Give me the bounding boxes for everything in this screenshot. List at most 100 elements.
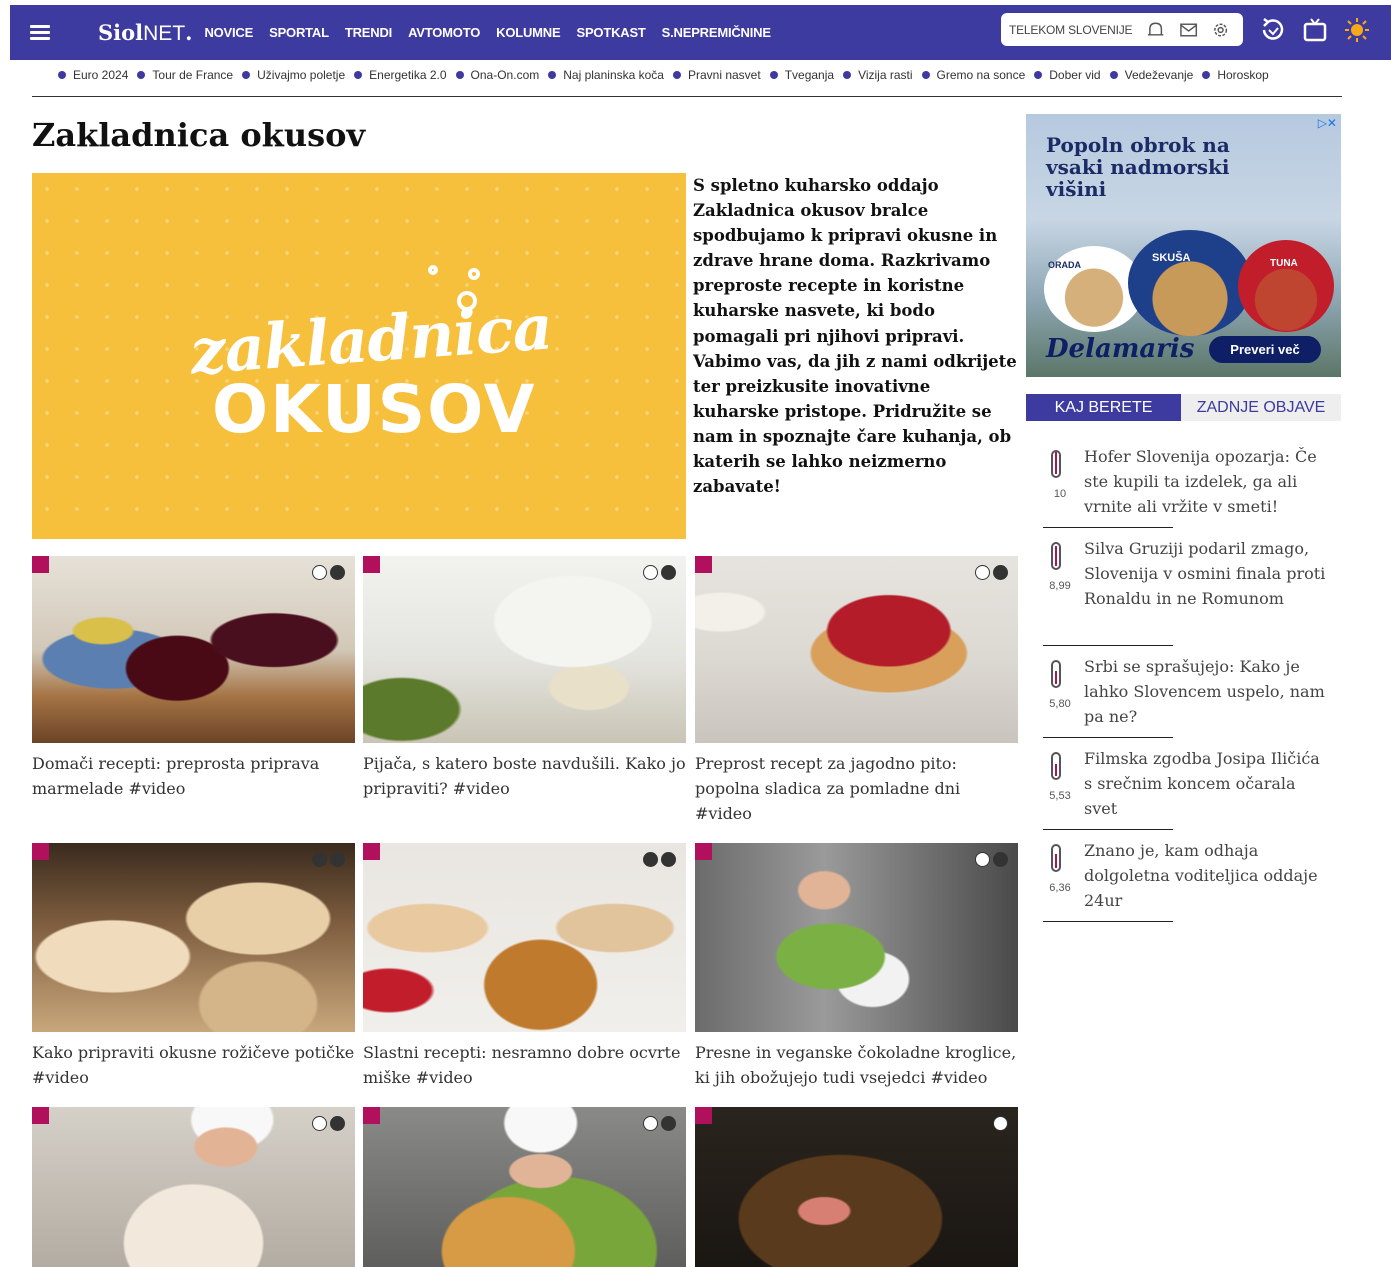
advertisement[interactable]: ▷✕ Popoln obrok na vsaki nadmorski višin… xyxy=(1026,114,1341,377)
list-item[interactable]: 6,36 Znano je, kam odhaja dolgoletna vod… xyxy=(1043,838,1333,913)
category-marker xyxy=(32,1107,49,1124)
video-icon xyxy=(975,852,990,867)
telekom-link[interactable]: TELEKOM SLOVENIJE xyxy=(1009,23,1133,37)
article-image[interactable] xyxy=(363,556,686,743)
article-image[interactable] xyxy=(32,843,355,1032)
trending-item[interactable]: Naj planinska koča xyxy=(548,68,664,82)
tab-kaj-berete[interactable]: KAJ BERETE xyxy=(1026,394,1181,421)
category-marker xyxy=(32,843,49,860)
list-item-title[interactable]: Hofer Slovenija opozarja: Če ste kupili … xyxy=(1084,444,1333,519)
menu-icon[interactable] xyxy=(30,22,50,43)
article-card[interactable]: Kako pripraviti okusne rožičeve potičke … xyxy=(32,843,355,1090)
article-title[interactable]: Presne in veganske čokoladne kroglice, k… xyxy=(695,1040,1018,1090)
article-card[interactable]: Presne in veganske čokoladne kroglice, k… xyxy=(695,843,1018,1090)
euro-icon xyxy=(661,852,676,867)
nav-item-avtomoto[interactable]: AVTOMOTO xyxy=(408,25,480,40)
article-title[interactable]: Pijača, s katero boste navdušili. Kako j… xyxy=(363,751,686,801)
euro-icon xyxy=(661,1116,676,1131)
article-title[interactable]: Preprost recept za jagodno pito: popolna… xyxy=(695,751,1018,826)
article-card[interactable]: Pijača, s katero boste navdušili. Kako j… xyxy=(363,556,686,801)
nav-item-sportal[interactable]: SPORTAL xyxy=(269,25,329,40)
article-title[interactable]: Slastni recepti: nesramno dobre ocvrte m… xyxy=(363,1040,686,1090)
trending-item[interactable]: Dober vid xyxy=(1034,68,1101,82)
top-navigation-bar: SiolNET. NOVICE SPORTAL TRENDI AVTOMOTO … xyxy=(10,5,1391,60)
trending-item[interactable]: Pravni nasvet xyxy=(672,68,761,82)
list-item-title[interactable]: Znano je, kam odhaja dolgoletna voditelj… xyxy=(1084,838,1333,913)
article-image[interactable] xyxy=(695,1107,1018,1267)
category-marker xyxy=(363,843,380,860)
bullet-icon xyxy=(455,71,464,79)
article-image[interactable] xyxy=(32,556,355,743)
settings-icon[interactable] xyxy=(1211,20,1230,40)
article-image[interactable] xyxy=(695,843,1018,1032)
ad-product-label: SKUŠA xyxy=(1152,252,1191,264)
divider xyxy=(1043,527,1173,528)
article-image[interactable] xyxy=(363,1107,686,1267)
article-card[interactable] xyxy=(32,1107,355,1267)
refresh-icon[interactable] xyxy=(1259,16,1287,44)
site-logo[interactable]: SiolNET. xyxy=(98,20,192,46)
main-nav: NOVICE SPORTAL TRENDI AVTOMOTO KOLUMNE S… xyxy=(204,25,786,40)
ad-close-icon[interactable]: ▷✕ xyxy=(1318,116,1337,130)
bell-icon[interactable] xyxy=(1146,20,1165,40)
trending-topics: Euro 2024 Tour de France Uživajmo poletj… xyxy=(58,68,1278,82)
article-card[interactable] xyxy=(363,1107,686,1267)
list-item-title[interactable]: Filmska zgodba Josipa Iličića s srečnim … xyxy=(1084,746,1333,821)
bullet-icon xyxy=(921,71,930,79)
divider xyxy=(32,96,1342,97)
ad-product-label: TUNA xyxy=(1270,258,1298,269)
ad-cta-button[interactable]: Preveri več xyxy=(1209,336,1321,363)
article-card[interactable]: Slastni recepti: nesramno dobre ocvrte m… xyxy=(363,843,686,1090)
trending-item[interactable]: Energetika 2.0 xyxy=(354,68,447,82)
article-card[interactable]: Domači recepti: preprosta priprava marme… xyxy=(32,556,355,801)
nav-item-novice[interactable]: NOVICE xyxy=(204,25,253,40)
article-image[interactable] xyxy=(363,843,686,1032)
category-marker xyxy=(695,1107,712,1124)
bullet-icon xyxy=(1202,71,1211,79)
article-title[interactable]: Kako pripraviti okusne rožičeve potičke … xyxy=(32,1040,355,1090)
article-image[interactable] xyxy=(32,1107,355,1267)
bullet-icon xyxy=(1034,71,1043,79)
tv-icon[interactable] xyxy=(1301,16,1329,44)
nav-item-trendi[interactable]: TRENDI xyxy=(345,25,392,40)
list-item[interactable]: 5,80 Srbi se sprašujejo: Kako je lahko S… xyxy=(1043,654,1333,729)
euro-icon xyxy=(330,1116,345,1131)
bullet-icon xyxy=(58,71,66,79)
video-icon xyxy=(643,852,658,867)
ad-product-label: ORADA xyxy=(1048,260,1081,270)
list-item-title[interactable]: Silva Gruziji podaril zmago, Slovenija v… xyxy=(1084,536,1333,611)
euro-icon xyxy=(330,565,345,580)
euro-icon xyxy=(993,565,1008,580)
sidebar-tabs: KAJ BERETE ZADNJE OBJAVE xyxy=(1026,394,1341,421)
bullet-icon xyxy=(548,71,557,79)
ad-brand-logo: Delamaris xyxy=(1046,334,1195,364)
divider xyxy=(1043,829,1173,830)
article-title[interactable]: Domači recepti: preprosta priprava marme… xyxy=(32,751,355,801)
trending-item[interactable]: Vedeževanje xyxy=(1109,68,1193,82)
popularity-score: 5,53 xyxy=(1049,790,1071,802)
nav-item-spotkast[interactable]: SPOTKAST xyxy=(576,25,645,40)
list-item-title[interactable]: Srbi se sprašujejo: Kako je lahko Sloven… xyxy=(1084,654,1333,729)
trending-item[interactable]: Uživajmo poletje xyxy=(242,68,345,82)
trending-item[interactable]: Gremo na sonce xyxy=(921,68,1025,82)
article-image[interactable] xyxy=(695,556,1018,743)
popularity-score: 5,80 xyxy=(1049,698,1071,710)
trending-item[interactable]: Euro 2024 xyxy=(58,68,128,82)
article-card[interactable] xyxy=(695,1107,1018,1267)
trending-item[interactable]: Ona-On.com xyxy=(455,68,539,82)
bullet-icon xyxy=(769,71,778,79)
list-item[interactable]: 10 Hofer Slovenija opozarja: Če ste kupi… xyxy=(1043,444,1333,519)
list-item[interactable]: 5,53 Filmska zgodba Josipa Iličića s sre… xyxy=(1043,746,1333,821)
trending-item[interactable]: Horoskop xyxy=(1202,68,1269,82)
trending-item[interactable]: Tour de France xyxy=(137,68,233,82)
list-item[interactable]: 8,99 Silva Gruziji podaril zmago, Sloven… xyxy=(1043,536,1333,611)
trending-item[interactable]: Vizija rasti xyxy=(843,68,913,82)
article-card[interactable]: Preprost recept za jagodno pito: popolna… xyxy=(695,556,1018,826)
sun-icon[interactable] xyxy=(1343,16,1371,44)
nav-item-kolumne[interactable]: KOLUMNE xyxy=(496,25,561,40)
tab-zadnje-objave[interactable]: ZADNJE OBJAVE xyxy=(1181,394,1341,421)
nav-item-snepremicnine[interactable]: S.NEPREMIČNINE xyxy=(662,25,771,40)
page-title: Zakladnica okusov xyxy=(32,116,366,154)
mail-icon[interactable] xyxy=(1179,20,1198,40)
trending-item[interactable]: Tveganja xyxy=(769,68,834,82)
